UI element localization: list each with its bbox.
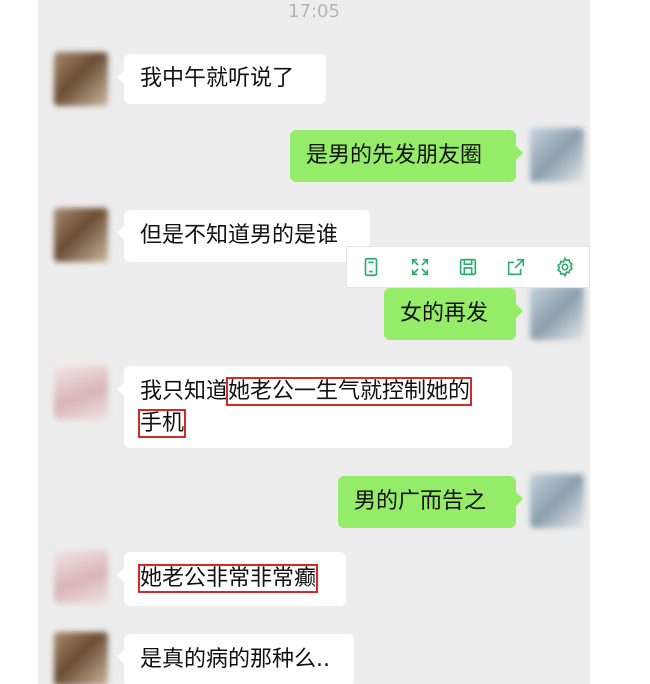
self-avatar[interactable] <box>530 474 584 528</box>
self-avatar[interactable] <box>530 286 584 340</box>
timestamp: 17:05 <box>288 1 340 22</box>
message-text: 男的广而告之 <box>354 489 487 514</box>
message-bubble-outgoing[interactable]: 男的广而告之 <box>338 476 523 528</box>
share-icon <box>508 258 525 276</box>
contact-avatar[interactable] <box>54 366 108 420</box>
message-text: 我中午就听说了 <box>140 66 295 91</box>
contact-avatar[interactable] <box>54 550 108 604</box>
message-line: 手机 <box>137 408 496 440</box>
share-button[interactable] <box>492 247 540 287</box>
floating-toolbar <box>346 246 590 288</box>
tablet-button[interactable] <box>347 247 395 287</box>
message-line: 我只知道她老公一生气就控制她的 <box>140 376 496 408</box>
chat-area: 17:05 我中午就听说了 是男的先发朋友圈 但是不知道男的是谁 女的再发 我只… <box>38 0 590 684</box>
message-bubble-outgoing[interactable]: 女的再发 <box>384 288 523 340</box>
save-button[interactable] <box>444 247 492 287</box>
message-bubble-incoming[interactable]: 但是不知道男的是谁 <box>117 210 370 262</box>
highlighted-text: 她老公一生气就控制她的 <box>226 377 473 406</box>
message-bubble-incoming[interactable]: 是真的病的那种么.. <box>117 634 354 684</box>
self-avatar[interactable] <box>530 128 584 182</box>
message-text: 是男的先发朋友圈 <box>306 143 483 168</box>
message-text: 但是不知道男的是谁 <box>140 223 339 248</box>
settings-button[interactable] <box>541 247 589 287</box>
message-bubble-outgoing[interactable]: 是男的先发朋友圈 <box>290 130 523 182</box>
contact-avatar[interactable] <box>54 208 108 262</box>
message-bubble-incoming[interactable]: 我中午就听说了 <box>117 54 326 104</box>
message-text: 是真的病的那种么.. <box>140 647 330 672</box>
save-icon <box>459 258 477 276</box>
highlighted-text: 她老公非常非常癫 <box>137 564 319 593</box>
settings-gear-icon <box>556 256 573 278</box>
tablet-icon <box>364 257 378 277</box>
highlighted-text: 手机 <box>137 409 187 438</box>
contact-avatar[interactable] <box>54 632 108 684</box>
message-text: 女的再发 <box>400 301 489 326</box>
fullscreen-icon <box>411 258 428 276</box>
contact-avatar[interactable] <box>54 52 108 106</box>
message-bubble-incoming[interactable]: 我只知道她老公一生气就控制她的 手机 <box>117 366 512 448</box>
message-bubble-incoming[interactable]: 她老公非常非常癫 <box>117 552 346 606</box>
message-text: 我只知道 <box>140 379 229 404</box>
fullscreen-button[interactable] <box>395 247 443 287</box>
